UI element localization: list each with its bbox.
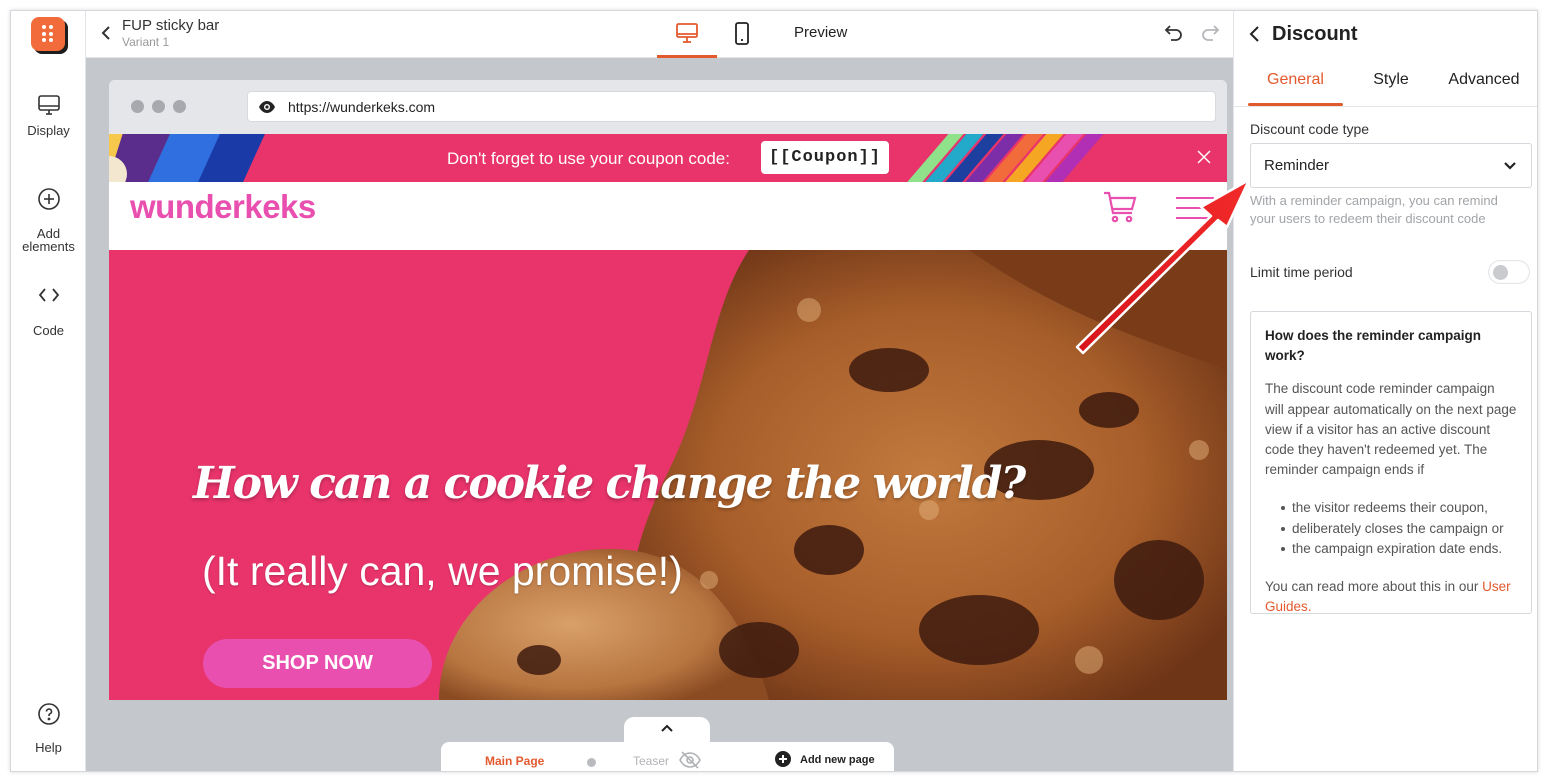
info-bullet-list: the visitor redeems their coupon, delibe… xyxy=(1265,498,1517,559)
menu-icon[interactable] xyxy=(1175,196,1215,220)
page-separator-dot xyxy=(587,758,596,767)
back-chevron-icon[interactable] xyxy=(98,23,114,43)
editor-canvas: https://wunderkeks.com Don't forget to u… xyxy=(86,58,1233,771)
browser-preview: https://wunderkeks.com Don't forget to u… xyxy=(109,80,1227,700)
site-header: wunderkeks xyxy=(109,182,1227,250)
rail-add-elements[interactable]: Add elements xyxy=(11,187,86,253)
info-heading: How does the reminder campaign work? xyxy=(1265,328,1482,364)
app-logo[interactable] xyxy=(31,17,65,51)
tab-general[interactable]: General xyxy=(1248,71,1343,89)
eye-off-icon[interactable] xyxy=(679,750,701,770)
browser-toolbar: https://wunderkeks.com xyxy=(109,80,1227,134)
stripes-decoration xyxy=(109,134,265,182)
tab-advanced[interactable]: Advanced xyxy=(1439,71,1529,89)
chevron-up-icon xyxy=(661,724,673,732)
shop-now-button[interactable]: SHOP NOW xyxy=(203,639,432,688)
window-dot xyxy=(152,100,165,113)
plus-circle-icon xyxy=(37,188,60,210)
redo-icon[interactable] xyxy=(1199,24,1221,44)
rail-display-label: Display xyxy=(27,123,70,138)
close-icon[interactable] xyxy=(1197,150,1211,164)
hero-subtitle: (It really can, we promise!) xyxy=(202,548,683,594)
limit-time-period-toggle[interactable] xyxy=(1488,260,1530,284)
tab-style[interactable]: Style xyxy=(1346,71,1436,89)
code-icon xyxy=(38,288,59,302)
variant-label: Variant 1 xyxy=(122,35,170,49)
rail-help-label: Help xyxy=(35,740,62,755)
chevron-down-icon xyxy=(1504,162,1516,170)
active-tab-indicator xyxy=(1248,103,1343,106)
url-text: https://wunderkeks.com xyxy=(288,99,436,115)
mobile-icon[interactable] xyxy=(734,22,750,46)
settings-panel: Discount General Style Advanced Discount… xyxy=(1233,11,1537,771)
rail-code[interactable]: Code xyxy=(11,283,86,338)
site-brand-logo[interactable]: wunderkeks xyxy=(130,188,316,226)
info-bullet: the visitor redeems their coupon, xyxy=(1265,498,1517,518)
rainbow-stripes-decoration xyxy=(907,134,1124,182)
limit-time-period-label: Limit time period xyxy=(1250,264,1353,280)
window-dot xyxy=(173,100,186,113)
add-new-page-button[interactable]: Add new page xyxy=(800,754,875,766)
hero-title: How can a cookie change the world? xyxy=(193,458,1026,509)
discount-code-type-label: Discount code type xyxy=(1250,121,1370,137)
cart-icon[interactable] xyxy=(1103,191,1137,223)
monitor-icon xyxy=(37,95,60,115)
question-circle-icon xyxy=(37,703,60,725)
page-switcher: Main Page Teaser Add new page xyxy=(441,742,894,771)
panel-title: Discount xyxy=(1272,23,1358,45)
page-main[interactable]: Main Page xyxy=(485,754,544,768)
rail-display[interactable]: Display xyxy=(11,93,86,138)
desktop-view-button[interactable] xyxy=(657,11,717,58)
sticky-bar[interactable]: Don't forget to use your coupon code: [[… xyxy=(109,134,1227,182)
app-window: Display Add elements Code Help FUP stick… xyxy=(10,10,1538,772)
eye-icon xyxy=(259,101,275,113)
left-rail: Display Add elements Code Help xyxy=(11,11,86,771)
panel-tabs: General Style Advanced xyxy=(1234,63,1537,107)
reminder-info-box: How does the reminder campaign work? The… xyxy=(1250,311,1532,614)
rail-code-label: Code xyxy=(32,323,65,338)
info-body: The discount code reminder campaign will… xyxy=(1265,381,1517,478)
info-footer-text: You can read more about this in our xyxy=(1265,579,1483,595)
top-bar: FUP sticky bar Variant 1 Preview xyxy=(86,11,1233,58)
info-bullet: deliberately closes the campaign or xyxy=(1265,519,1517,539)
discount-code-type-select[interactable]: Reminder xyxy=(1250,143,1532,188)
campaign-title: FUP sticky bar xyxy=(122,17,220,34)
add-page-icon[interactable] xyxy=(774,750,792,768)
discount-type-helper: With a reminder campaign, you can remind… xyxy=(1250,193,1498,226)
window-dot xyxy=(131,100,144,113)
info-footer: You can read more about this in our User… xyxy=(1265,577,1517,617)
url-bar: https://wunderkeks.com xyxy=(247,91,1216,122)
coupon-code[interactable]: [[Coupon]] xyxy=(761,141,889,174)
rail-add-elements-label: Add elements xyxy=(22,226,75,254)
hero-section: How can a cookie change the world? (It r… xyxy=(109,250,1227,700)
preview-button[interactable]: Preview xyxy=(794,24,847,41)
toggle-knob xyxy=(1493,265,1508,280)
discount-code-type-value: Reminder xyxy=(1264,157,1330,174)
info-bullet: the campaign expiration date ends. xyxy=(1265,539,1517,559)
back-chevron-icon[interactable] xyxy=(1248,25,1262,43)
page-teaser[interactable]: Teaser xyxy=(633,754,669,768)
sticky-message: Don't forget to use your coupon code: xyxy=(447,149,730,168)
undo-icon[interactable] xyxy=(1163,24,1185,44)
desktop-icon xyxy=(676,23,698,43)
rail-help[interactable]: Help xyxy=(11,702,86,755)
